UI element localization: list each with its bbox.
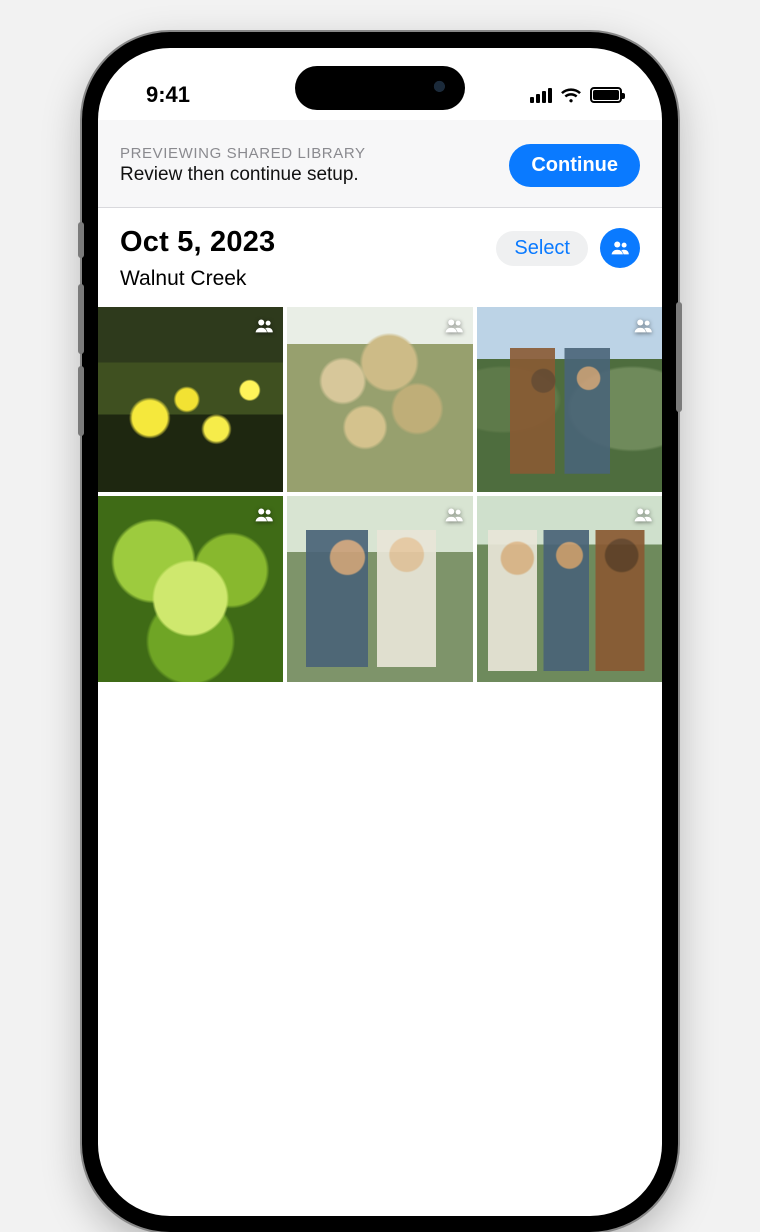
shared-badge-icon (443, 504, 465, 526)
preview-banner-eyebrow: PREVIEWING SHARED LIBRARY (120, 145, 366, 162)
preview-banner: PREVIEWING SHARED LIBRARY Review then co… (98, 120, 662, 208)
wifi-icon (560, 87, 582, 103)
shared-badge-icon (253, 504, 275, 526)
status-right (530, 87, 622, 103)
side-button-volume-up (78, 284, 84, 354)
battery-icon (590, 87, 622, 103)
side-button-silence (78, 222, 84, 258)
photo-tile[interactable] (287, 307, 472, 492)
section-header: Oct 5, 2023 Walnut Creek Select (98, 208, 662, 303)
photo-tile[interactable] (477, 307, 662, 492)
shared-badge-icon (632, 504, 654, 526)
section-actions: Select (496, 228, 640, 268)
screen: 9:41 PREVIEWING SHARED LIBRARY Review th… (98, 48, 662, 1216)
shared-badge-icon (253, 315, 275, 337)
preview-banner-text: PREVIEWING SHARED LIBRARY Review then co… (120, 145, 366, 186)
photo-tile[interactable] (287, 496, 472, 681)
shared-library-filter-button[interactable] (600, 228, 640, 268)
continue-button[interactable]: Continue (509, 144, 640, 187)
photo-tile[interactable] (98, 307, 283, 492)
side-button-power (676, 302, 682, 412)
shared-badge-icon (632, 315, 654, 337)
people-icon (609, 237, 631, 259)
side-button-volume-down (78, 366, 84, 436)
cellular-icon (530, 87, 552, 103)
section-location: Walnut Creek (120, 267, 275, 291)
shared-badge-icon (443, 315, 465, 337)
content: PREVIEWING SHARED LIBRARY Review then co… (98, 120, 662, 1216)
section-titles: Oct 5, 2023 Walnut Creek (120, 226, 275, 291)
photo-tile[interactable] (98, 496, 283, 681)
preview-banner-subtitle: Review then continue setup. (120, 164, 366, 186)
photo-tile[interactable] (477, 496, 662, 681)
photo-grid (98, 303, 662, 682)
iphone-frame: 9:41 PREVIEWING SHARED LIBRARY Review th… (82, 32, 678, 1232)
section-date: Oct 5, 2023 (120, 226, 275, 259)
dynamic-island (295, 66, 465, 110)
select-button[interactable]: Select (496, 231, 588, 266)
status-time: 9:41 (146, 82, 190, 108)
